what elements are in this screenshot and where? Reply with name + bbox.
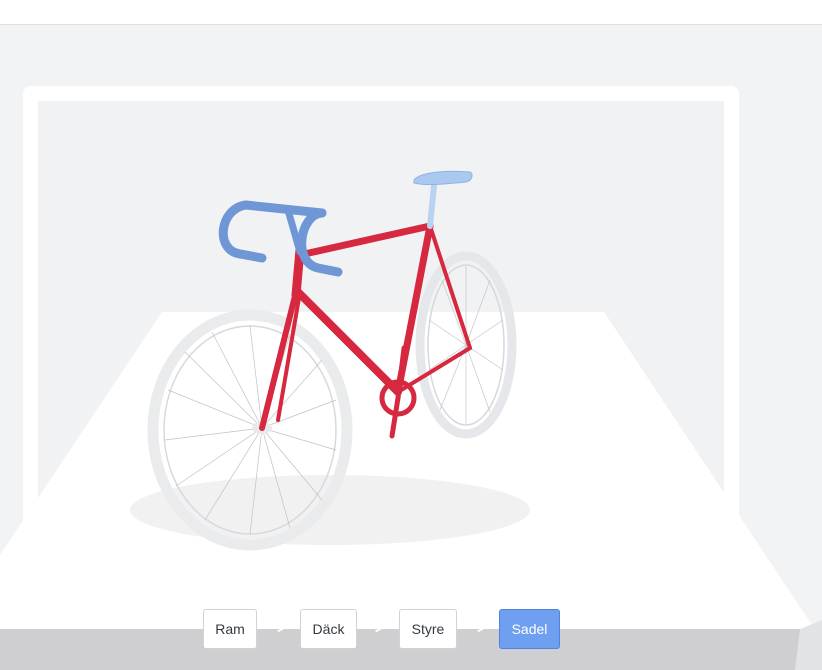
configurator-steps: Ram Däck Styre Sadel <box>0 609 822 651</box>
step-handlebar-button[interactable]: Styre <box>399 609 457 649</box>
step-frame-button[interactable]: Ram <box>203 609 257 649</box>
bike-3d-viewport[interactable] <box>0 0 822 670</box>
step-saddle-button[interactable]: Sadel <box>499 609 560 649</box>
step-tires-button[interactable]: Däck <box>300 609 357 649</box>
seatpost <box>427 183 437 229</box>
step-arrow-icon <box>375 625 385 633</box>
step-arrow-icon <box>277 625 287 633</box>
step-arrow-icon <box>477 625 487 633</box>
